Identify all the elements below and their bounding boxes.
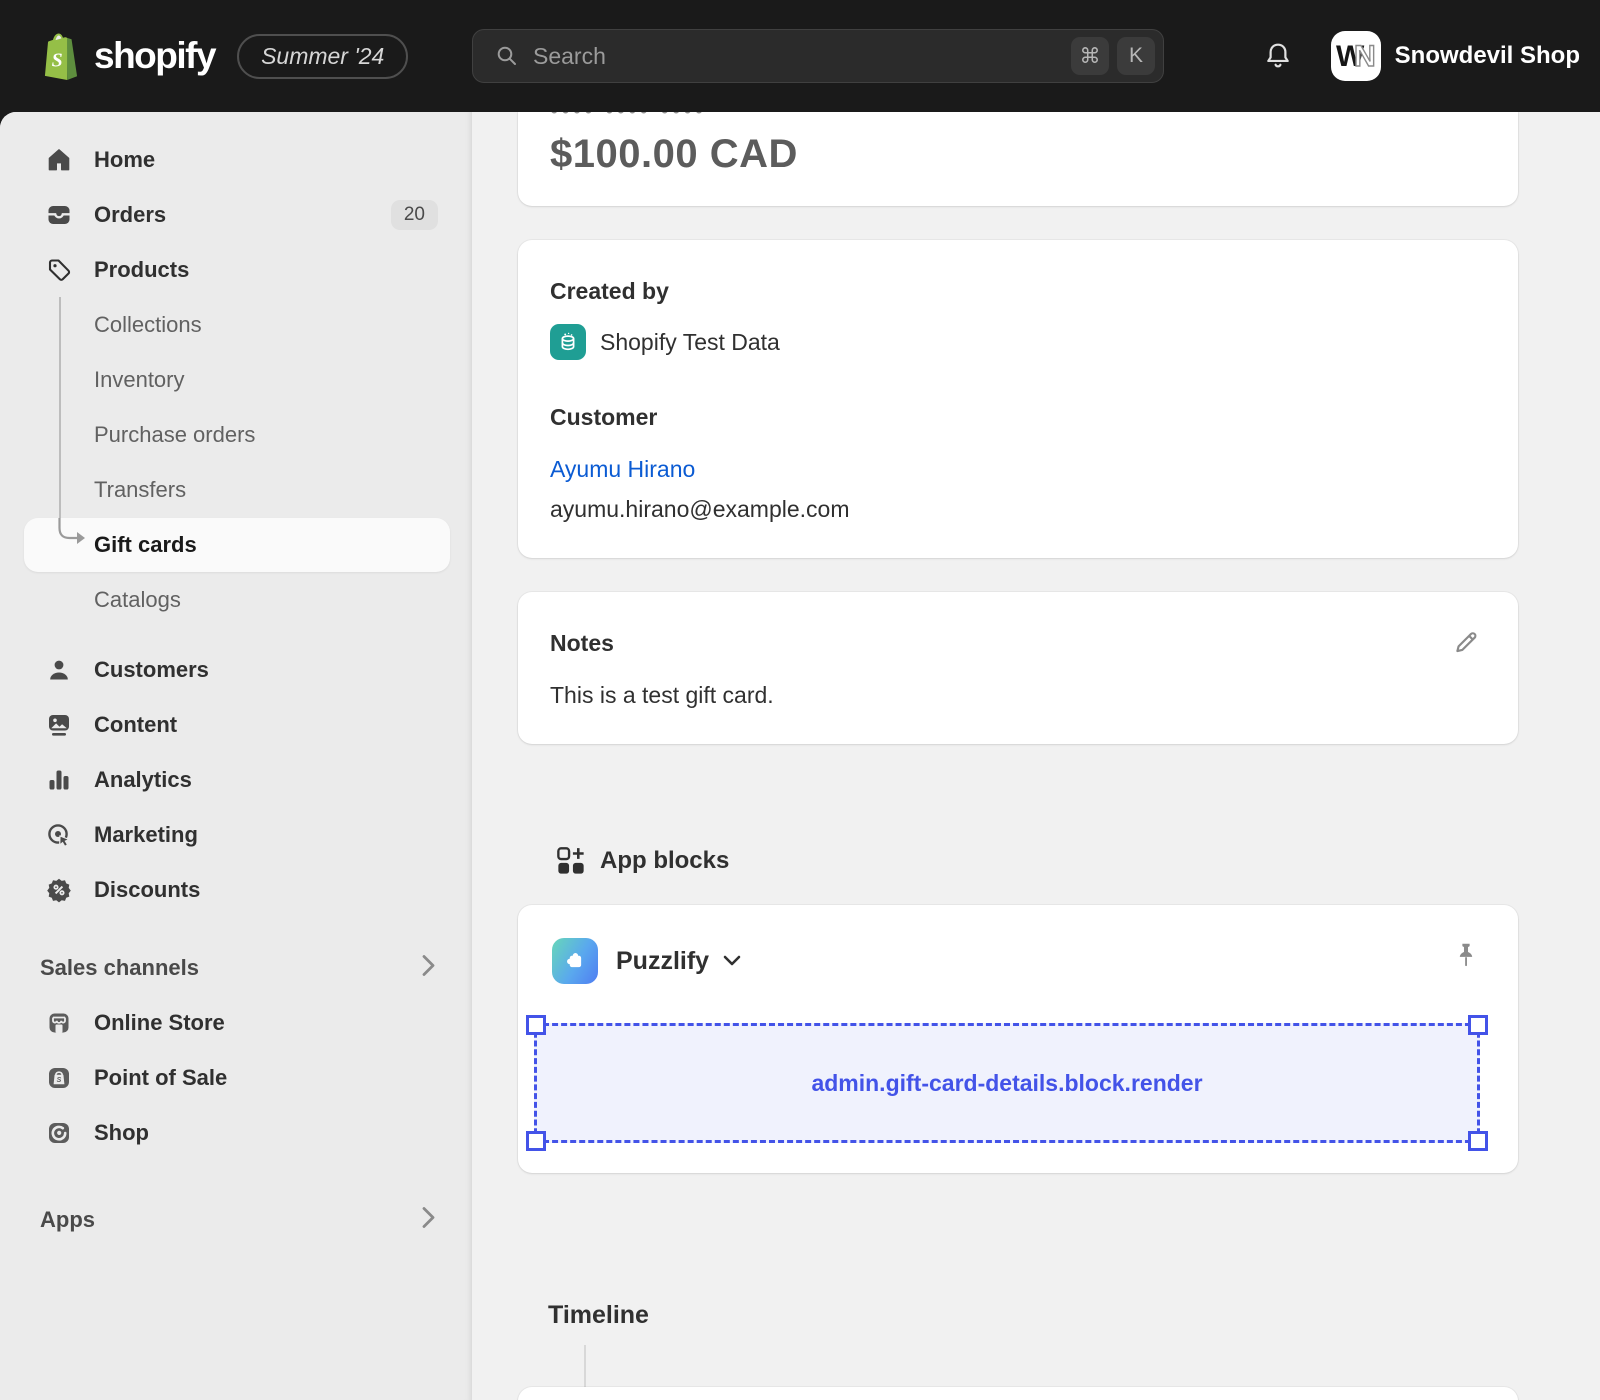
sidebar-item-analytics[interactable]: Analytics bbox=[0, 753, 472, 807]
analytics-icon bbox=[45, 766, 73, 794]
resize-handle-bottom-left[interactable] bbox=[526, 1131, 546, 1151]
shortcut-keys: ⌘ K bbox=[1071, 37, 1155, 75]
top-bar-right: W N Snowdevil Shop bbox=[1263, 0, 1580, 112]
sidebar-nav: Home Orders 20 Products Collections Inve… bbox=[0, 112, 472, 1400]
puzzlify-block-card: Puzzlify admin.gift-card-details.block.r… bbox=[518, 905, 1518, 1173]
sidebar-item-home[interactable]: Home bbox=[0, 133, 472, 187]
sidebar-item-orders[interactable]: Orders 20 bbox=[0, 188, 472, 242]
orders-count-badge: 20 bbox=[391, 200, 438, 230]
release-badge: Summer '24 bbox=[237, 34, 408, 79]
pencil-icon bbox=[1452, 628, 1480, 656]
timeline-connector-line bbox=[584, 1345, 586, 1387]
masked-gift-card-code: •••• •••• •••• bbox=[550, 112, 706, 121]
gift-card-balance: $100.00 CAD bbox=[550, 132, 798, 177]
shopify-admin-window: S shopify Summer '24 Search ⌘ K bbox=[0, 0, 1600, 1400]
sidebar-item-customers[interactable]: Customers bbox=[0, 643, 472, 697]
top-bar: S shopify Summer '24 Search ⌘ K bbox=[0, 0, 1600, 112]
sidebar-item-online-store[interactable]: Online Store bbox=[0, 996, 472, 1050]
command-key-icon: ⌘ bbox=[1071, 37, 1109, 75]
search-placeholder: Search bbox=[533, 43, 606, 70]
sidebar-item-point-of-sale[interactable]: S Point of Sale bbox=[0, 1051, 472, 1105]
bell-icon bbox=[1263, 41, 1293, 71]
chevron-down-icon bbox=[723, 954, 741, 972]
k-key: K bbox=[1117, 37, 1155, 75]
sidebar-item-transfers[interactable]: Transfers bbox=[0, 463, 472, 517]
svg-text:S: S bbox=[52, 49, 63, 71]
shop-avatar[interactable]: W N bbox=[1331, 31, 1381, 81]
app-blocks-header: App blocks bbox=[556, 846, 729, 876]
creator-name: Shopify Test Data bbox=[600, 329, 780, 356]
balance-card: •••• •••• •••• $100.00 CAD bbox=[518, 112, 1518, 206]
point-of-sale-icon: S bbox=[45, 1064, 73, 1092]
customer-email: ayumu.hirano@example.com bbox=[550, 496, 849, 523]
customers-icon bbox=[45, 656, 73, 684]
notes-card: Notes This is a test gift card. bbox=[518, 592, 1518, 744]
chevron-right-icon bbox=[422, 955, 436, 982]
sidebar-item-inventory[interactable]: Inventory bbox=[0, 353, 472, 407]
home-icon bbox=[45, 146, 73, 174]
timeline-card bbox=[518, 1387, 1518, 1400]
svg-text:S: S bbox=[57, 1077, 62, 1084]
customer-name-link[interactable]: Ayumu Hirano bbox=[550, 456, 695, 483]
shopify-logo[interactable]: S shopify Summer '24 bbox=[40, 0, 408, 112]
created-by-heading: Created by bbox=[550, 278, 669, 305]
resize-handle-top-left[interactable] bbox=[526, 1015, 546, 1035]
sidebar-item-discounts[interactable]: Discounts bbox=[0, 863, 472, 917]
resize-handle-bottom-right[interactable] bbox=[1468, 1131, 1488, 1151]
timeline-heading: Timeline bbox=[548, 1301, 649, 1330]
sidebar-item-purchase-orders[interactable]: Purchase orders bbox=[0, 408, 472, 462]
discounts-icon bbox=[45, 876, 73, 904]
orders-icon bbox=[45, 201, 73, 229]
customer-heading: Customer bbox=[550, 404, 657, 431]
marketing-icon bbox=[45, 821, 73, 849]
chevron-right-icon bbox=[422, 1207, 436, 1234]
sidebar-item-collections[interactable]: Collections bbox=[0, 298, 472, 352]
search-icon bbox=[495, 44, 519, 68]
content-frame: Home Orders 20 Products Collections Inve… bbox=[0, 112, 1600, 1400]
sidebar-item-marketing[interactable]: Marketing bbox=[0, 808, 472, 862]
edit-notes-button[interactable] bbox=[1446, 622, 1486, 662]
block-extension-id: admin.gift-card-details.block.render bbox=[811, 1070, 1202, 1097]
snowdevil-monogram-icon: W N bbox=[1333, 33, 1379, 79]
products-tag-icon bbox=[45, 256, 73, 284]
puzzlify-app-name: Puzzlify bbox=[616, 947, 709, 976]
app-block-render-target[interactable]: admin.gift-card-details.block.render bbox=[534, 1023, 1480, 1143]
sidebar-item-shop[interactable]: Shop bbox=[0, 1106, 472, 1160]
gift-card-detail-main: •••• •••• •••• $100.00 CAD Created by Sh… bbox=[472, 112, 1600, 1400]
test-data-app-icon bbox=[550, 324, 586, 360]
shop-name[interactable]: Snowdevil Shop bbox=[1395, 42, 1580, 70]
shop-channel-icon bbox=[45, 1119, 73, 1147]
puzzlify-app-menu[interactable]: Puzzlify bbox=[552, 938, 741, 984]
search-input[interactable]: Search ⌘ K bbox=[472, 29, 1164, 83]
app-blocks-heading: App blocks bbox=[600, 847, 729, 875]
pin-button[interactable] bbox=[1448, 937, 1484, 977]
resize-handle-top-right[interactable] bbox=[1468, 1015, 1488, 1035]
sidebar-item-content[interactable]: Content bbox=[0, 698, 472, 752]
sidebar-item-products[interactable]: Products bbox=[0, 243, 472, 297]
shopify-bag-icon: S bbox=[40, 32, 82, 80]
pushpin-icon bbox=[1452, 941, 1480, 973]
svg-text:N: N bbox=[1354, 40, 1376, 73]
sidebar-section-sales-channels[interactable]: Sales channels bbox=[0, 941, 472, 995]
notes-heading: Notes bbox=[550, 630, 614, 657]
content-icon bbox=[45, 711, 73, 739]
shopify-wordmark: shopify bbox=[94, 35, 215, 77]
creator-row: Shopify Test Data bbox=[550, 324, 780, 360]
online-store-icon bbox=[45, 1009, 73, 1037]
sidebar-item-gift-cards[interactable]: Gift cards bbox=[0, 518, 472, 572]
sidebar-item-catalogs[interactable]: Catalogs bbox=[0, 573, 472, 627]
created-by-card: Created by Shopify Test Data Customer Ay… bbox=[518, 240, 1518, 558]
note-text: This is a test gift card. bbox=[550, 682, 774, 709]
puzzlify-app-icon bbox=[552, 938, 598, 984]
app-blocks-icon bbox=[556, 846, 586, 876]
notifications-button[interactable] bbox=[1263, 41, 1293, 71]
sidebar-section-apps[interactable]: Apps bbox=[0, 1193, 472, 1247]
